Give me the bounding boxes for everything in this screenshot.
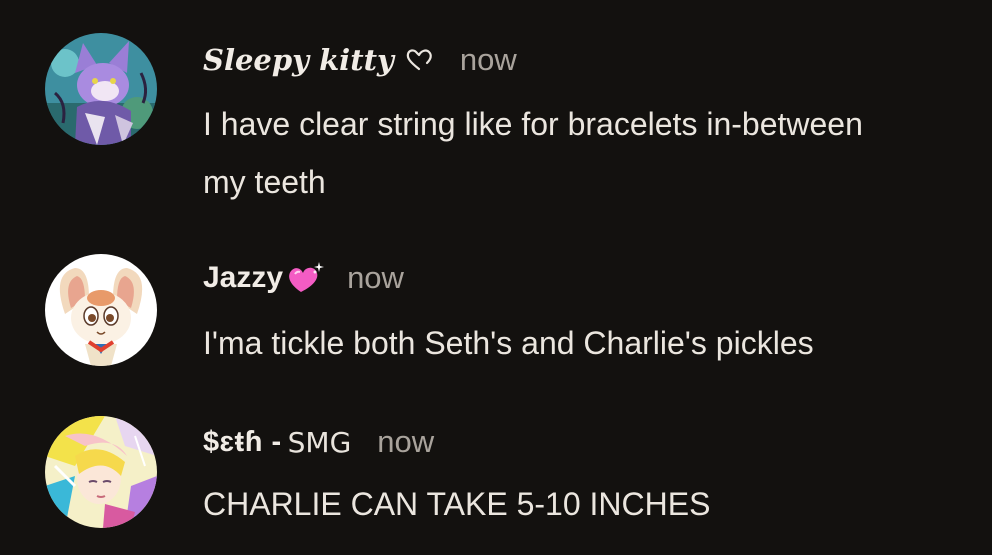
lavender-cat-character-avatar: [45, 33, 157, 145]
username-tag: SMG: [287, 425, 352, 459]
avatar[interactable]: [45, 33, 157, 145]
comment-header: Jazzy now: [203, 256, 404, 300]
username[interactable]: Jazzy: [203, 261, 283, 295]
timestamp: now: [459, 42, 517, 77]
avatar[interactable]: [45, 416, 157, 528]
colorful-anime-character-avatar: [45, 416, 157, 528]
username[interactable]: $ɛŧɦ -: [203, 426, 282, 459]
timestamp: now: [377, 424, 435, 459]
comment-text: I'ma tickle both Seth's and Charlie's pi…: [203, 325, 814, 361]
comment-text: CHARLIE CAN TAKE 5-10 INCHES: [203, 486, 711, 522]
timestamp: now: [347, 260, 404, 295]
comment-header: Sleepy kitty now: [203, 38, 517, 82]
comment-text: I have clear string like for bracelets i…: [203, 106, 863, 200]
comment-header: $ɛŧɦ - SMG now: [203, 420, 434, 464]
cream-rabbit-character-avatar: [45, 254, 157, 366]
sparkling-pink-heart-icon: [285, 260, 325, 296]
avatar[interactable]: [45, 254, 157, 366]
heart-outline-icon: [404, 47, 434, 73]
username[interactable]: Sleepy kitty: [203, 43, 394, 77]
